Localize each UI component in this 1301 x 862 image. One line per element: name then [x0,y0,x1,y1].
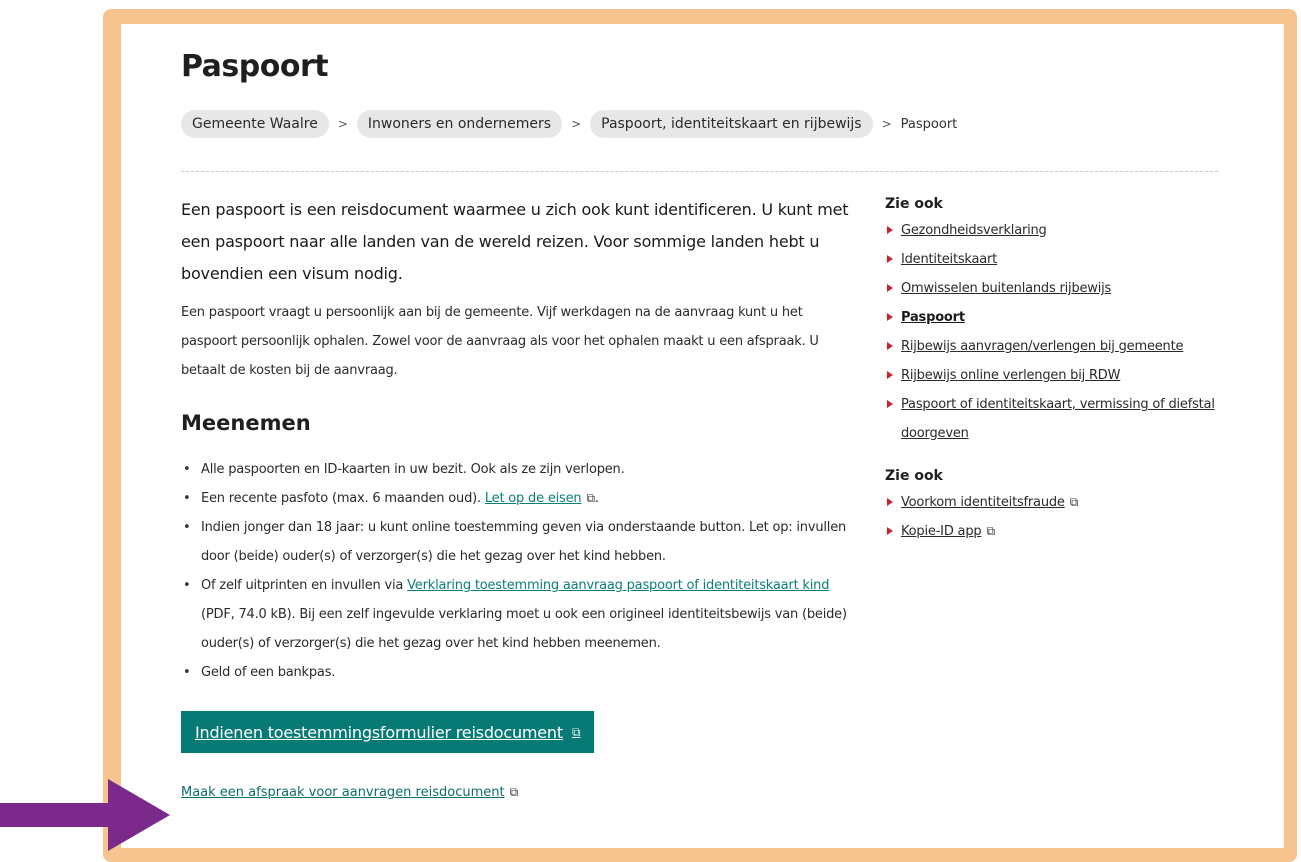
see-also-item: Paspoort of identiteitskaart, vermissing… [885,390,1215,448]
intro-text: Een paspoort is een reisdocument waarmee… [181,200,849,283]
list-item: Alle paspoorten en ID-kaarten in uw bezi… [183,455,861,484]
see-also-item: Gezondheidsverklaring [885,216,1215,245]
breadcrumb: Gemeente Waalre > Inwoners en ondernemer… [181,110,957,138]
see-also-link-kopie-id-app[interactable]: Kopie-ID app [901,524,982,539]
list-item-text: Geld of een bankpas. [201,665,336,680]
page-title: Paspoort [181,49,329,84]
external-link-icon: ⧉ [1069,495,1079,509]
page-content: Paspoort Gemeente Waalre > Inwoners en o… [121,24,1284,848]
list-item-text: Alle paspoorten en ID-kaarten in uw bezi… [201,462,625,477]
arrow-right-icon [0,779,170,851]
maak-afspraak-link[interactable]: Maak een afspraak voor aanvragen reisdoc… [181,785,505,800]
external-link-icon: ⧉ [571,724,581,739]
breadcrumb-item-paspoort-id-rijbewijs[interactable]: Paspoort, identiteitskaart en rijbewijs [590,110,873,138]
verklaring-toestemming-pdf-link[interactable]: Verklaring toestemming aanvraag paspoort… [407,578,829,593]
afspraak-link-row: Maak een afspraak voor aanvragen reisdoc… [181,785,861,800]
list-item: Indien jonger dan 18 jaar: u kunt online… [183,513,861,571]
see-also-link-gezondheidsverklaring[interactable]: Gezondheidsverklaring [901,223,1047,238]
see-also-list-2: Voorkom identiteitsfraude ⧉ Kopie-ID app ⧉ [885,488,1215,546]
list-item-end: . [594,491,599,506]
see-also-item: Kopie-ID app ⧉ [885,517,1215,546]
see-also-item: Identiteitskaart [885,245,1215,274]
see-also-link-paspoort-current[interactable]: Paspoort [901,310,965,325]
see-also-item: Rijbewijs aanvragen/verlengen bij gemeen… [885,332,1215,361]
list-item-end: (PDF, 74.0 kB). Bij een zelf ingevulde v… [201,607,847,651]
body-text: Een paspoort vraagt u persoonlijk aan bi… [181,305,819,378]
see-also-link-identiteitsfraude[interactable]: Voorkom identiteitsfraude [901,495,1065,510]
see-also-item: Voorkom identiteitsfraude ⧉ [885,488,1215,517]
list-item-text: Of zelf uitprinten en invullen via [201,578,408,593]
breadcrumb-separator: > [571,117,582,131]
list-item: Of zelf uitprinten en invullen via Verkl… [183,571,861,658]
breadcrumb-current: Paspoort [900,116,958,132]
see-also-link-vermissing[interactable]: Paspoort of identiteitskaart, vermissing… [901,397,1215,441]
see-also-item: Rijbewijs online verlengen bij RDW [885,361,1215,390]
cta-label: Indienen toestemmingsformulier reisdocum… [195,722,563,742]
see-also-link-omwisselen-rijbewijs[interactable]: Omwisselen buitenlands rijbewijs [901,281,1111,296]
list-item: Geld of een bankpas. [183,658,861,687]
meenemen-list: Alle paspoorten en ID-kaarten in uw bezi… [181,455,861,687]
see-also-link-rijbewijs-rdw[interactable]: Rijbewijs online verlengen bij RDW [901,368,1120,383]
see-also-link-rijbewijs-gemeente[interactable]: Rijbewijs aanvragen/verlengen bij gemeen… [901,339,1183,354]
list-item-text: Indien jonger dan 18 jaar: u kunt online… [201,520,847,564]
divider [181,171,1218,172]
list-item-text: Een recente pasfoto (max. 6 maanden oud)… [201,491,485,506]
see-also-link-identiteitskaart[interactable]: Identiteitskaart [901,252,997,267]
external-link-icon: ⧉ [586,491,595,505]
see-also-group-2: Zie ook Voorkom identiteitsfraude ⧉ Kopie… [885,468,1215,546]
external-link-icon: ⧉ [509,785,519,799]
see-also-item: Omwisselen buitenlands rijbewijs [885,274,1215,303]
main-column: Een paspoort is een reisdocument waarmee… [181,194,861,800]
see-also-title: Zie ook [885,196,943,212]
let-op-de-eisen-link[interactable]: Let op de eisen [485,491,582,506]
see-also-list: Gezondheidsverklaring Identiteitskaart O… [885,216,1215,448]
indienen-toestemmingsformulier-button[interactable]: Indienen toestemmingsformulier reisdocum… [181,711,595,753]
breadcrumb-item-inwoners[interactable]: Inwoners en ondernemers [356,110,563,138]
breadcrumb-separator: > [337,117,348,131]
breadcrumb-separator: > [881,117,892,131]
external-link-icon: ⧉ [986,524,995,538]
see-also-item: Paspoort [885,303,1215,332]
list-item: Een recente pasfoto (max. 6 maanden oud)… [183,484,861,513]
breadcrumb-item-gemeente-waalre[interactable]: Gemeente Waalre [181,110,329,138]
see-also-title-2: Zie ook [885,468,943,484]
see-also-sidebar: Zie ook Gezondheidsverklaring Identiteit… [885,196,1215,546]
section-title-meenemen: Meenemen [181,411,311,435]
